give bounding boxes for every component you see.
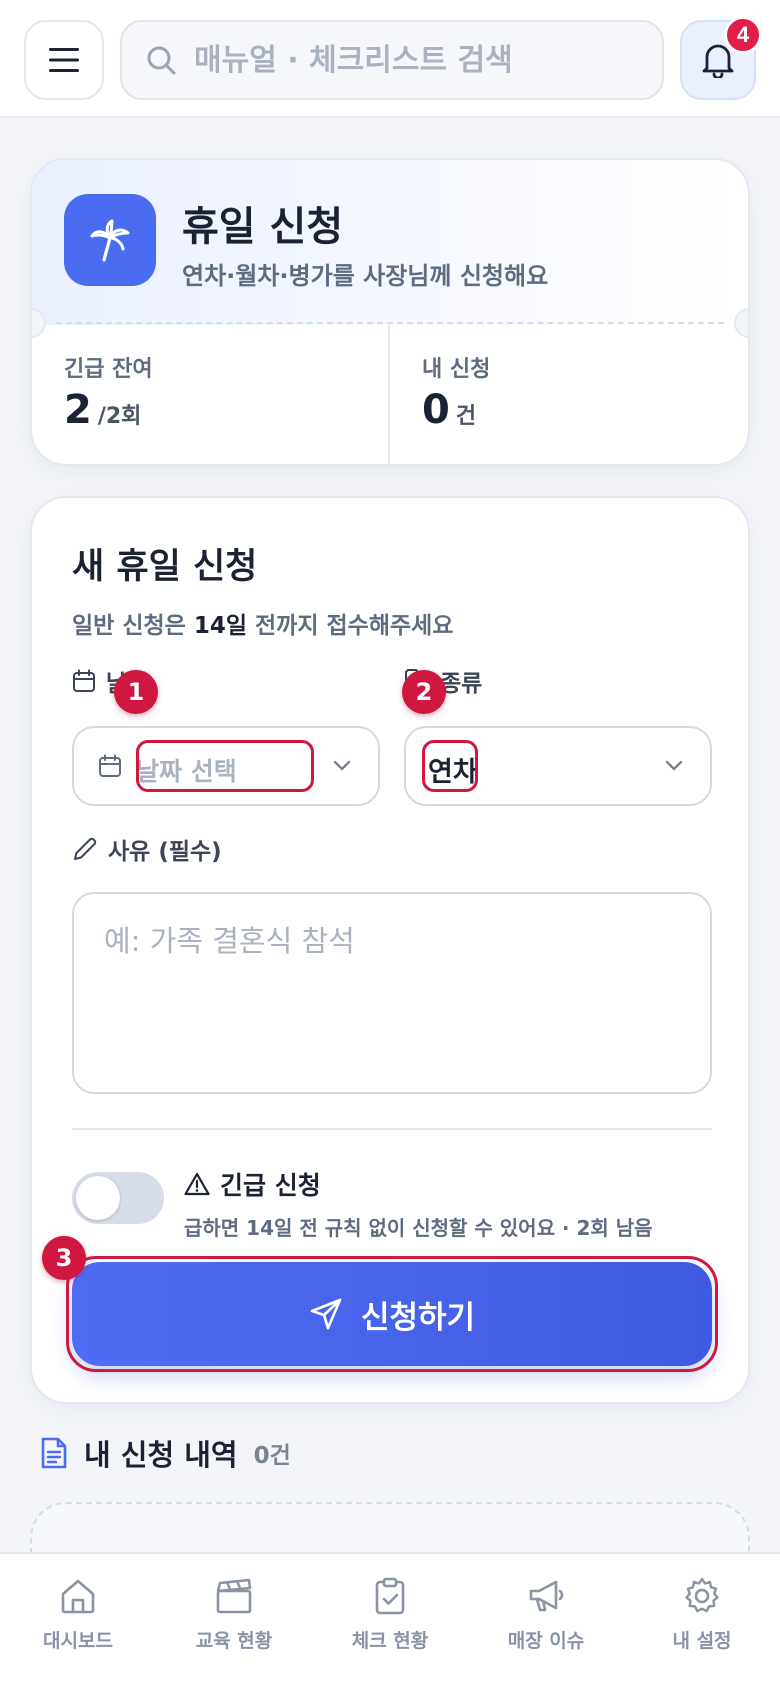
notification-badge: 4 bbox=[724, 16, 762, 54]
pencil-icon bbox=[72, 836, 98, 862]
history-title: 내 신청 내역 bbox=[84, 1438, 238, 1472]
step-marker-3: 3 bbox=[42, 1236, 86, 1280]
history-header: 내 신청 내역 0건 bbox=[40, 1432, 291, 1474]
stat-my-requests: 내 신청 0 건 bbox=[390, 325, 748, 464]
top-bar: 4 bbox=[0, 0, 780, 118]
urgent-toggle[interactable] bbox=[72, 1172, 164, 1224]
toggle-knob bbox=[76, 1176, 120, 1220]
stat-value: 0 bbox=[422, 387, 450, 433]
nav-item-checks[interactable]: 체크 현황 bbox=[312, 1554, 468, 1653]
highlight-box-2 bbox=[422, 740, 478, 792]
urgent-title: 긴급 신청 bbox=[184, 1166, 321, 1202]
type-select[interactable]: 연차 bbox=[404, 726, 712, 806]
date-select[interactable]: 날짜 선택 bbox=[72, 726, 380, 806]
bottom-nav: 대시보드 교육 현황 체크 현황 매장 이슈 내 설정 bbox=[0, 1552, 780, 1688]
stat-unit: /2회 bbox=[97, 404, 142, 429]
leave-summary-card: 휴일 신청 연차·월차·병가를 사장님께 신청해요 긴급 잔여 2 /2회 내 … bbox=[30, 158, 750, 466]
stat-label: 내 신청 bbox=[422, 357, 491, 382]
step-marker-2: 2 bbox=[402, 670, 446, 714]
chevron-down-icon bbox=[332, 758, 352, 772]
reason-field[interactable] bbox=[72, 892, 712, 1094]
nav-item-store-issues[interactable]: 매장 이슈 bbox=[468, 1554, 624, 1653]
nav-item-education[interactable]: 교육 현황 bbox=[156, 1554, 312, 1653]
clipboard-check-icon bbox=[370, 1576, 410, 1616]
stat-value: 2 bbox=[64, 387, 92, 433]
search-input[interactable] bbox=[194, 42, 634, 78]
gear-icon bbox=[682, 1576, 722, 1616]
step-marker-1: 1 bbox=[114, 670, 158, 714]
document-icon bbox=[40, 1436, 68, 1470]
search-box[interactable] bbox=[120, 20, 664, 100]
form-subtitle: 일반 신청은 14일 전까지 접수해주세요 bbox=[72, 613, 454, 639]
page-title: 휴일 신청 bbox=[182, 204, 344, 250]
clapperboard-icon bbox=[214, 1576, 254, 1616]
reason-label: 사유 (필수) bbox=[72, 832, 222, 866]
nav-item-dashboard[interactable]: 대시보드 bbox=[0, 1554, 156, 1653]
highlight-box-1 bbox=[136, 740, 314, 792]
form-title: 새 휴일 신청 bbox=[72, 547, 258, 587]
page-subtitle: 연차·월차·병가를 사장님께 신청해요 bbox=[182, 262, 549, 290]
reason-textarea[interactable] bbox=[104, 918, 680, 1068]
menu-button[interactable] bbox=[24, 20, 104, 100]
form-divider bbox=[72, 1128, 712, 1130]
calendar-icon bbox=[98, 754, 122, 778]
history-count: 0건 bbox=[253, 1443, 291, 1469]
stat-label: 긴급 잔여 bbox=[64, 357, 153, 382]
hamburger-icon bbox=[49, 47, 79, 73]
megaphone-icon bbox=[526, 1576, 566, 1616]
stat-urgent-remaining: 긴급 잔여 2 /2회 bbox=[32, 325, 390, 464]
chevron-down-icon bbox=[664, 758, 684, 772]
nav-item-settings[interactable]: 내 설정 bbox=[624, 1554, 780, 1653]
ticket-divider bbox=[56, 322, 724, 324]
calendar-icon bbox=[72, 669, 96, 693]
search-icon bbox=[146, 45, 176, 75]
urgent-description: 급하면 14일 전 규칙 없이 신청할 수 있어요 · 2회 남음 bbox=[184, 1216, 653, 1240]
highlight-box-3 bbox=[66, 1256, 718, 1372]
notification-button[interactable]: 4 bbox=[680, 16, 762, 100]
new-leave-form: 새 휴일 신청 일반 신청은 14일 전까지 접수해주세요 날짜 종류 bbox=[30, 496, 750, 1404]
stat-unit: 건 bbox=[455, 404, 477, 429]
home-icon bbox=[58, 1576, 98, 1616]
palm-tree-icon bbox=[64, 194, 156, 286]
warning-icon bbox=[184, 1172, 210, 1196]
